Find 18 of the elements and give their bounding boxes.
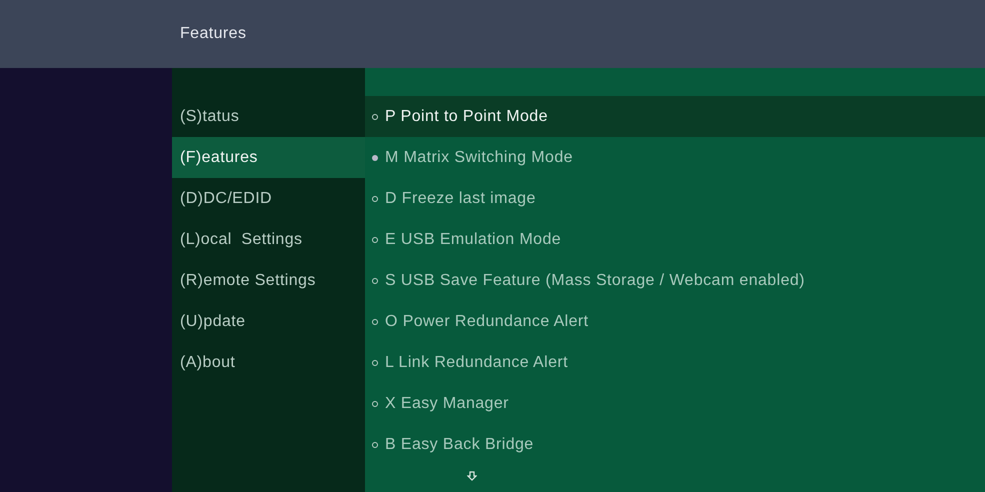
page-title: Features: [180, 24, 246, 44]
feature-option[interactable]: M Matrix Switching Mode: [365, 137, 985, 178]
feature-option[interactable]: D Freeze last image: [365, 178, 985, 219]
menu-item[interactable]: (S)tatus: [172, 96, 365, 137]
menu-item[interactable]: (A)bout: [172, 342, 365, 383]
menu-item[interactable]: (D)DC/EDID: [172, 178, 365, 219]
feature-option[interactable]: O Power Redundance Alert: [365, 301, 985, 342]
feature-option[interactable]: L Link Redundance Alert: [365, 342, 985, 383]
menu-item[interactable]: (F)eatures: [172, 137, 365, 178]
feature-option[interactable]: B Easy Back Bridge: [365, 424, 985, 465]
feature-option[interactable]: E USB Emulation Mode: [365, 219, 985, 260]
scroll-down-arrow-icon[interactable]: [467, 471, 477, 481]
feature-option[interactable]: S USB Save Feature (Mass Storage / Webcam enabled): [365, 260, 985, 301]
menu-item[interactable]: (U)pdate: [172, 301, 365, 342]
menu-item[interactable]: (L)ocal Settings: [172, 219, 365, 260]
feature-option[interactable]: X Easy Manager: [365, 383, 985, 424]
menu-item[interactable]: (R)emote Settings: [172, 260, 365, 301]
feature-option[interactable]: P Point to Point Mode: [365, 96, 985, 137]
